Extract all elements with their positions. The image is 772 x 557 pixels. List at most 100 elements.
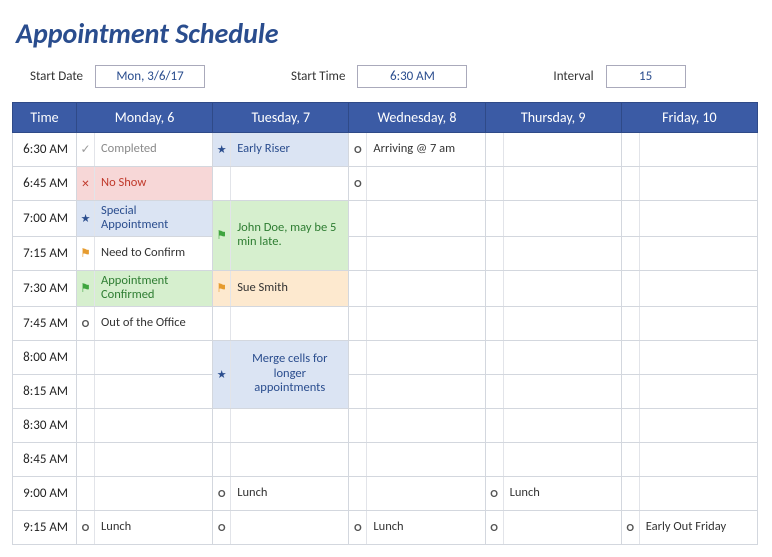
start-date-field[interactable]: Mon, 3/6/17 [95, 65, 205, 88]
time-label: 8:30 AM [13, 408, 77, 442]
cell-fri-630[interactable] [621, 133, 757, 167]
row-800: 8:00 AM Merge cells for longer appointme… [13, 340, 758, 374]
cell-mon-900[interactable] [77, 476, 213, 510]
empty-icon [486, 237, 504, 270]
cell-mon-830[interactable] [77, 408, 213, 442]
cell-wed-700[interactable] [349, 201, 485, 237]
cell-fri-900[interactable] [621, 476, 757, 510]
cell-tue-645[interactable] [213, 167, 349, 201]
cell-fri-730[interactable] [621, 270, 757, 306]
cell-wed-900[interactable] [349, 476, 485, 510]
cell-thu-800[interactable] [485, 340, 621, 374]
cell-thu-900[interactable]: Lunch [485, 476, 621, 510]
row-845: 8:45 AM [13, 442, 758, 476]
time-label: 6:45 AM [13, 167, 77, 201]
cell-mon-630[interactable]: Completed [77, 133, 213, 167]
row-715: 7:15 AM Need to Confirm [13, 236, 758, 270]
cell-wed-630[interactable]: Arriving @ 7 am [349, 133, 485, 167]
cell-wed-730[interactable] [349, 270, 485, 306]
empty-icon [486, 133, 504, 166]
cell-fri-700[interactable] [621, 201, 757, 237]
cell-wed-815[interactable] [349, 374, 485, 408]
cell-fri-830[interactable] [621, 408, 757, 442]
cell-tue-830[interactable] [213, 408, 349, 442]
cell-thu-700[interactable] [485, 201, 621, 237]
flag-icon [213, 201, 231, 270]
flag-icon [77, 271, 95, 306]
cell-mon-700[interactable]: Special Appointment [77, 201, 213, 237]
cell-wed-915[interactable]: Lunch [349, 510, 485, 544]
cell-mon-815[interactable] [77, 374, 213, 408]
cell-thu-630[interactable] [485, 133, 621, 167]
empty-icon [622, 167, 640, 200]
cell-fri-815[interactable] [621, 374, 757, 408]
start-time-field[interactable]: 6:30 AM [357, 65, 467, 88]
cell-text: Appointment Confirmed [95, 271, 212, 306]
cell-wed-745[interactable] [349, 306, 485, 340]
cell-text: Arriving @ 7 am [367, 139, 484, 159]
cell-fri-715[interactable] [621, 236, 757, 270]
cell-text: Out of the Office [95, 313, 212, 333]
cell-thu-730[interactable] [485, 270, 621, 306]
schedule-table: Time Monday, 6 Tuesday, 7 Wednesday, 8 T… [12, 102, 758, 545]
empty-icon [622, 271, 640, 306]
cell-tue-745[interactable] [213, 306, 349, 340]
cell-text: Sue Smith [231, 278, 348, 298]
cell-mon-730[interactable]: Appointment Confirmed [77, 270, 213, 306]
cell-wed-645[interactable] [349, 167, 485, 201]
cell-thu-845[interactable] [485, 442, 621, 476]
cell-thu-830[interactable] [485, 408, 621, 442]
cell-fri-845[interactable] [621, 442, 757, 476]
cell-mon-915[interactable]: Lunch [77, 510, 213, 544]
cell-wed-715[interactable] [349, 236, 485, 270]
cell-mon-645[interactable]: No Show [77, 167, 213, 201]
empty-icon [213, 167, 231, 200]
cell-thu-715[interactable] [485, 236, 621, 270]
cell-thu-645[interactable] [485, 167, 621, 201]
empty-icon [622, 237, 640, 270]
row-645: 6:45 AM No Show [13, 167, 758, 201]
cell-tue-700[interactable]: John Doe, may be 5 min late. [213, 201, 349, 271]
cell-mon-715[interactable]: Need to Confirm [77, 236, 213, 270]
empty-icon [349, 271, 367, 306]
cell-mon-800[interactable] [77, 340, 213, 374]
empty-icon [213, 443, 231, 476]
cell-fri-800[interactable] [621, 340, 757, 374]
empty-icon [486, 167, 504, 200]
cell-tue-730[interactable]: Sue Smith [213, 270, 349, 306]
interval-field[interactable]: 15 [606, 65, 686, 88]
cell-fri-645[interactable] [621, 167, 757, 201]
cell-thu-915[interactable] [485, 510, 621, 544]
circle-icon [486, 511, 504, 544]
cell-fri-915[interactable]: Early Out Friday [621, 510, 757, 544]
cell-fri-745[interactable] [621, 306, 757, 340]
cell-tue-915[interactable] [213, 510, 349, 544]
cell-text: Completed [95, 139, 212, 159]
cell-wed-845[interactable] [349, 442, 485, 476]
cell-thu-815[interactable] [485, 374, 621, 408]
empty-icon [486, 307, 504, 340]
cell-text: Early Out Friday [640, 517, 757, 537]
cell-text: No Show [95, 173, 212, 193]
empty-icon [77, 341, 95, 374]
cell-text: Early Riser [231, 139, 348, 159]
empty-icon [349, 341, 367, 374]
circle-icon [213, 477, 231, 510]
cell-thu-745[interactable] [485, 306, 621, 340]
cell-wed-830[interactable] [349, 408, 485, 442]
cell-mon-745[interactable]: Out of the Office [77, 306, 213, 340]
empty-icon [349, 237, 367, 270]
cell-wed-800[interactable] [349, 340, 485, 374]
time-label: 8:00 AM [13, 340, 77, 374]
cell-mon-845[interactable] [77, 442, 213, 476]
cell-tue-900[interactable]: Lunch [213, 476, 349, 510]
header-row: Time Monday, 6 Tuesday, 7 Wednesday, 8 T… [13, 103, 758, 133]
time-label: 7:30 AM [13, 270, 77, 306]
col-monday: Monday, 6 [77, 103, 213, 133]
cell-tue-630[interactable]: Early Riser [213, 133, 349, 167]
empty-icon [486, 409, 504, 442]
empty-icon [349, 409, 367, 442]
cell-tue-845[interactable] [213, 442, 349, 476]
cell-tue-800[interactable]: Merge cells for longer appointments [213, 340, 349, 408]
cell-text: Lunch [504, 483, 621, 503]
